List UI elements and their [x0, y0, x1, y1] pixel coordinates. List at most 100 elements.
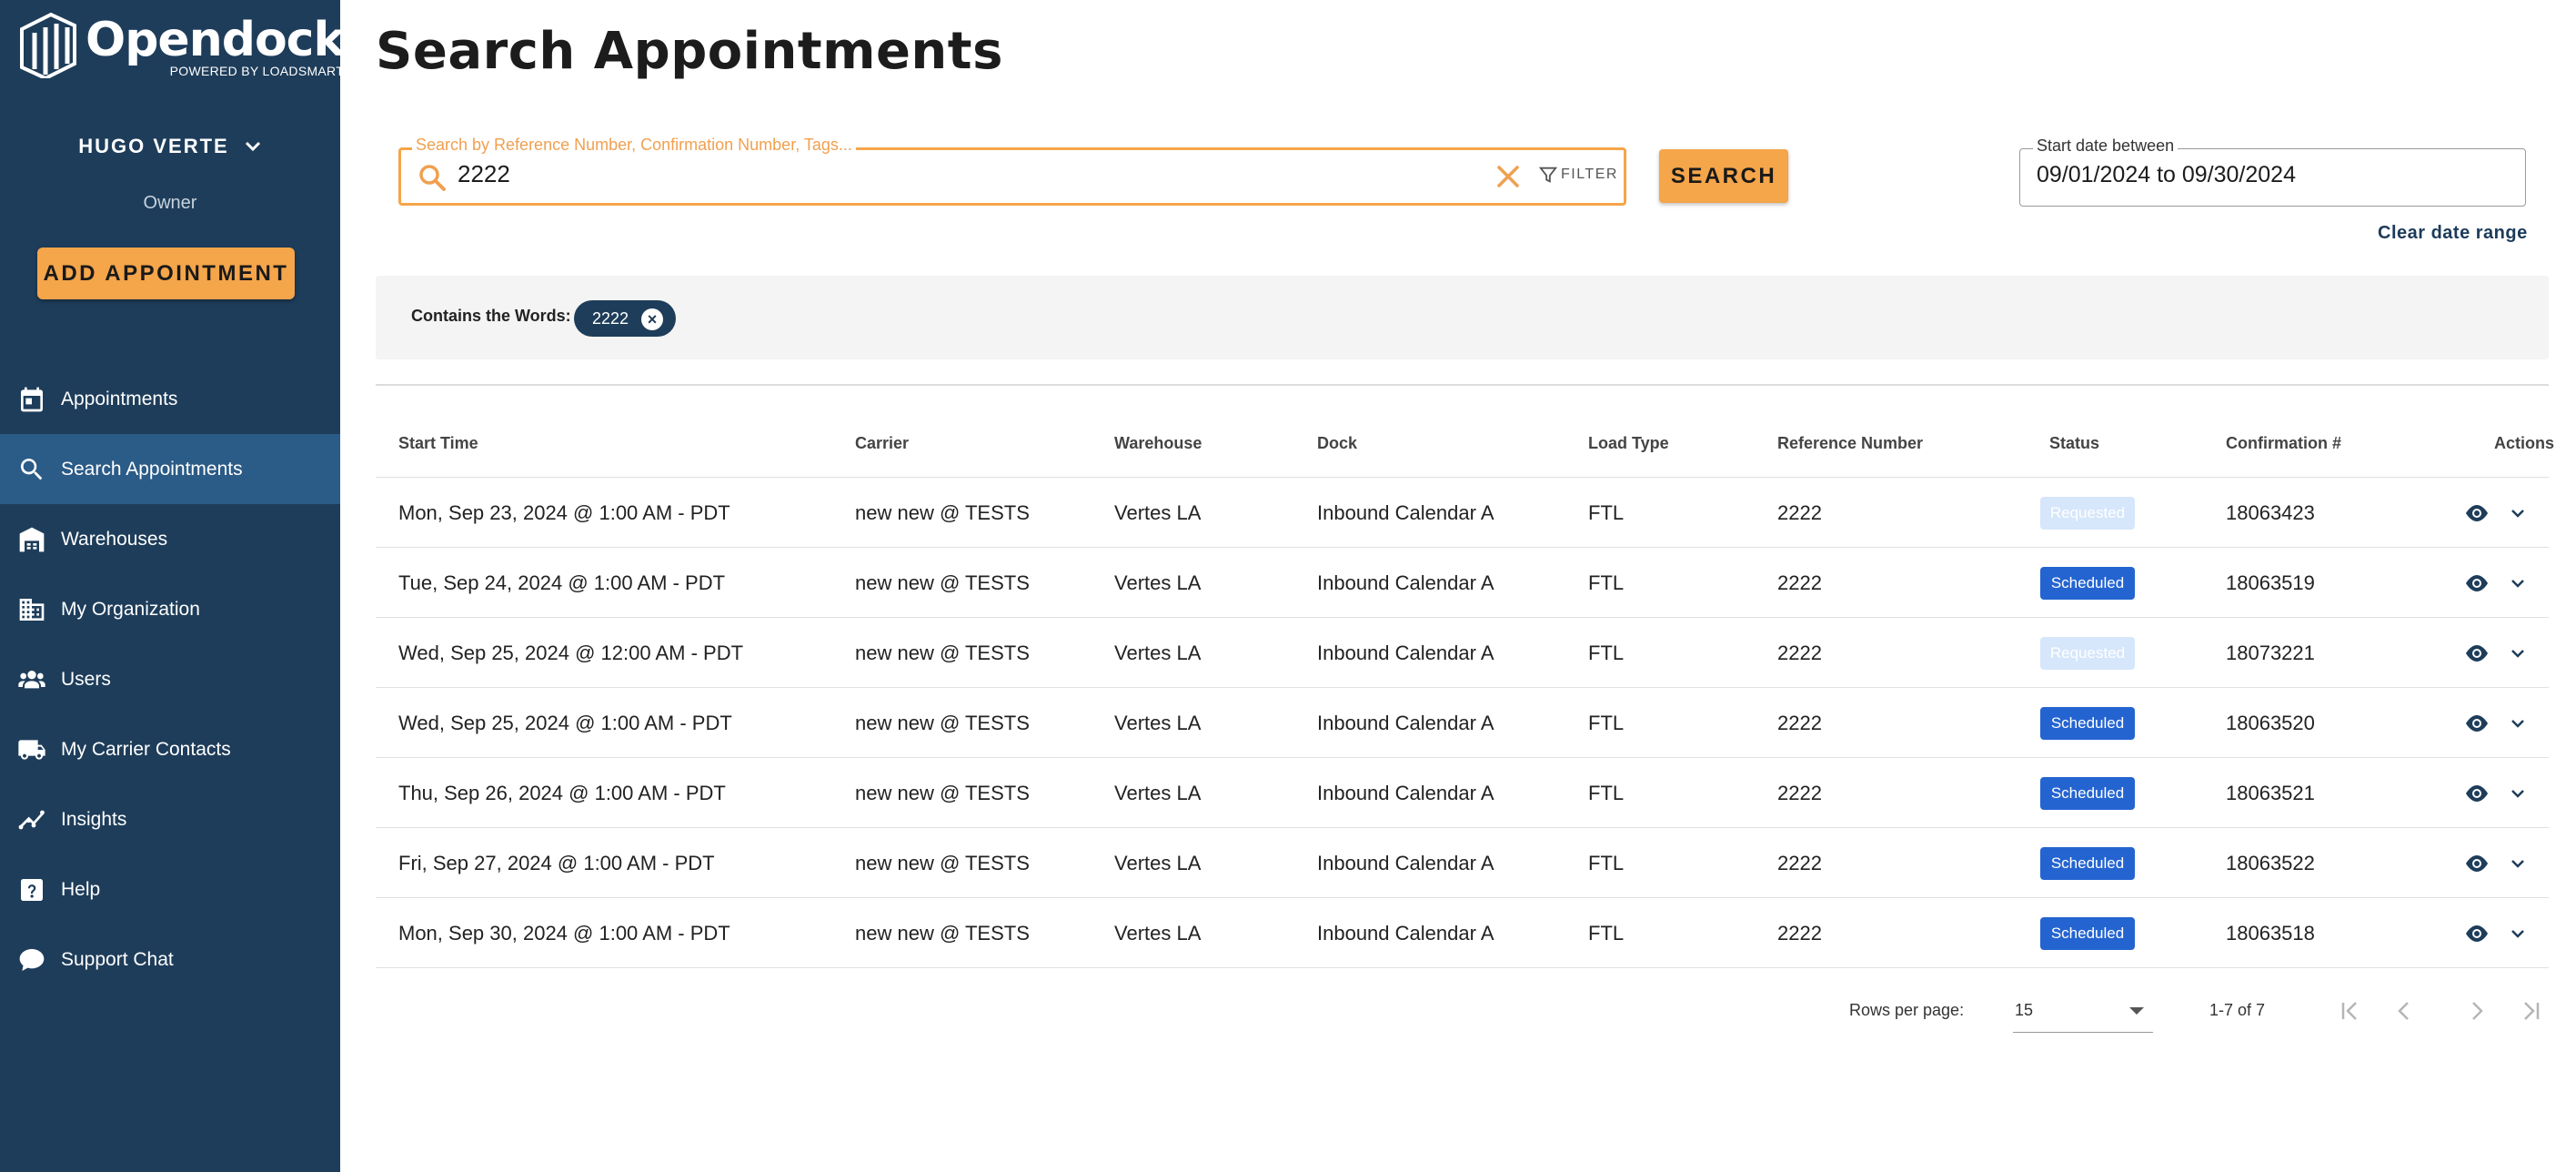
chevron-down-icon[interactable] — [2507, 923, 2529, 945]
chevron-down-icon[interactable] — [2507, 712, 2529, 734]
clear-date-range-link[interactable]: Clear date range — [2378, 223, 2528, 244]
search-button[interactable]: SEARCH — [1659, 149, 1788, 203]
cell-dock: Inbound Calendar A — [1317, 642, 1494, 664]
column-header-confirmation[interactable]: Confirmation # — [2226, 434, 2341, 453]
cell-warehouse: Vertes LA — [1114, 712, 1202, 734]
table-row[interactable]: Wed, Sep 25, 2024 @ 1:00 AM - PDT new new… — [376, 688, 2549, 758]
sidebar-item-appointments[interactable]: Appointments — [0, 364, 340, 434]
chevron-down-icon[interactable] — [2507, 502, 2529, 524]
opendock-logo-icon — [20, 13, 76, 78]
table-row[interactable]: Mon, Sep 23, 2024 @ 1:00 AM - PDT new new… — [376, 478, 2549, 548]
help-icon — [16, 874, 47, 905]
warehouse-icon — [16, 524, 47, 555]
eye-icon[interactable] — [2463, 712, 2490, 734]
cell-confirmation: 18063520 — [2226, 712, 2315, 734]
cell-reference-number: 2222 — [1777, 501, 1822, 524]
eye-icon[interactable] — [2463, 502, 2490, 524]
filter-chip[interactable]: 2222 × — [574, 300, 676, 337]
cell-reference-number: 2222 — [1777, 782, 1822, 804]
filter-button[interactable]: FILTER — [1538, 165, 1618, 185]
cell-carrier: new new @ TESTS — [855, 712, 1030, 734]
search-input[interactable]: Search by Reference Number, Confirmation… — [398, 136, 1626, 206]
eye-icon[interactable] — [2463, 572, 2490, 594]
last-page-icon — [2524, 1002, 2540, 1020]
table-header: Start Time Carrier Warehouse Dock Load T… — [376, 409, 2554, 478]
cell-warehouse: Vertes LA — [1114, 501, 1202, 524]
previous-page-button[interactable] — [2390, 996, 2419, 1026]
table-row[interactable]: Tue, Sep 24, 2024 @ 1:00 AM - PDT new new… — [376, 548, 2549, 618]
sidebar-item-users[interactable]: Users — [0, 644, 340, 714]
column-header-status[interactable]: Status — [2049, 434, 2099, 453]
sidebar-item-my-organization[interactable]: My Organization — [0, 574, 340, 644]
filter-button-label: FILTER — [1561, 167, 1618, 182]
last-page-button[interactable] — [2516, 996, 2545, 1026]
column-header-carrier[interactable]: Carrier — [855, 434, 909, 453]
rows-per-page-select[interactable]: 15 — [2013, 996, 2153, 1033]
cell-load-type: FTL — [1588, 642, 1625, 664]
column-header-reference-number[interactable]: Reference Number — [1777, 434, 1923, 453]
cell-confirmation: 18063423 — [2226, 501, 2315, 524]
cell-warehouse: Vertes LA — [1114, 922, 1202, 945]
cell-warehouse: Vertes LA — [1114, 852, 1202, 874]
date-range-field[interactable]: Start date between 09/01/2024 to 09/30/2… — [2019, 136, 2526, 207]
cell-start-time: Mon, Sep 30, 2024 @ 1:00 AM - PDT — [398, 922, 730, 945]
cell-load-type: FTL — [1588, 922, 1625, 945]
sidebar-item-my-carrier-contacts[interactable]: My Carrier Contacts — [0, 714, 340, 784]
add-appointment-button[interactable]: ADD APPOINTMENT — [37, 248, 295, 299]
sidebar-item-insights[interactable]: Insights — [0, 784, 340, 854]
chevron-down-icon[interactable] — [2507, 783, 2529, 804]
sidebar-item-label: My Organization — [61, 598, 200, 620]
opendock-logo[interactable]: Opendock POWERED BY LOADSMART — [18, 13, 345, 78]
cell-confirmation: 18063522 — [2226, 852, 2315, 874]
cell-reference-number: 2222 — [1777, 642, 1822, 664]
next-page-button[interactable] — [2462, 996, 2491, 1026]
table-row[interactable]: Fri, Sep 27, 2024 @ 1:00 AM - PDT new new… — [376, 828, 2549, 898]
sidebar-item-search-appointments[interactable]: Search Appointments — [0, 434, 340, 504]
sidebar-item-support-chat[interactable]: Support Chat — [0, 924, 340, 995]
column-header-dock[interactable]: Dock — [1317, 434, 1357, 453]
cell-load-type: FTL — [1588, 782, 1625, 804]
eye-icon[interactable] — [2463, 853, 2490, 874]
table-row[interactable]: Mon, Sep 30, 2024 @ 1:00 AM - PDT new new… — [376, 898, 2549, 968]
cell-carrier: new new @ TESTS — [855, 501, 1030, 524]
column-header-warehouse[interactable]: Warehouse — [1114, 434, 1202, 453]
truck-icon — [16, 734, 47, 765]
column-header-start-time[interactable]: Start Time — [398, 434, 478, 453]
appointments-table: Start Time Carrier Warehouse Dock Load T… — [376, 409, 2554, 968]
cell-carrier: new new @ TESTS — [855, 642, 1030, 664]
chevron-down-icon[interactable] — [2507, 853, 2529, 874]
dropdown-arrow-icon — [2129, 1007, 2144, 1015]
cell-load-type: FTL — [1588, 712, 1625, 734]
eye-icon[interactable] — [2463, 642, 2490, 664]
chevron-down-icon[interactable] — [2507, 642, 2529, 664]
date-range-label: Start date between — [2033, 136, 2179, 156]
first-page-icon — [2341, 1002, 2357, 1020]
close-icon[interactable]: × — [641, 308, 663, 330]
sidebar-item-help[interactable]: Help — [0, 854, 340, 924]
chevron-down-icon[interactable] — [2507, 572, 2529, 594]
cell-reference-number: 2222 — [1777, 712, 1822, 734]
sidebar-item-label: Help — [61, 878, 101, 900]
calendar-icon — [16, 384, 47, 415]
sidebar-item-warehouses[interactable]: Warehouses — [0, 504, 340, 574]
sidebar-nav: Appointments Search Appointments Warehou… — [0, 364, 340, 995]
divider — [376, 384, 2549, 386]
clear-search-icon[interactable] — [1493, 161, 1524, 192]
column-header-actions: Actions — [2494, 434, 2555, 452]
cell-dock: Inbound Calendar A — [1317, 571, 1494, 594]
column-header-load-type[interactable]: Load Type — [1588, 434, 1669, 453]
eye-icon[interactable] — [2463, 923, 2490, 945]
active-filter-label: Contains the Words: — [411, 307, 571, 325]
table-row[interactable]: Wed, Sep 25, 2024 @ 12:00 AM - PDT new ne… — [376, 618, 2549, 688]
search-input-value[interactable]: 2222 — [458, 160, 510, 188]
sidebar-item-label: Warehouses — [61, 528, 168, 550]
table-row[interactable]: Thu, Sep 26, 2024 @ 1:00 AM - PDT new new… — [376, 758, 2549, 828]
first-page-button[interactable] — [2336, 996, 2365, 1026]
cell-carrier: new new @ TESTS — [855, 571, 1030, 594]
user-menu[interactable]: HUGO VERTE — [0, 135, 340, 158]
date-range-value[interactable]: 09/01/2024 to 09/30/2024 — [2037, 162, 2296, 188]
eye-icon[interactable] — [2463, 783, 2490, 804]
chat-icon — [16, 945, 47, 975]
sidebar-item-label: Search Appointments — [61, 458, 243, 480]
cell-reference-number: 2222 — [1777, 571, 1822, 594]
